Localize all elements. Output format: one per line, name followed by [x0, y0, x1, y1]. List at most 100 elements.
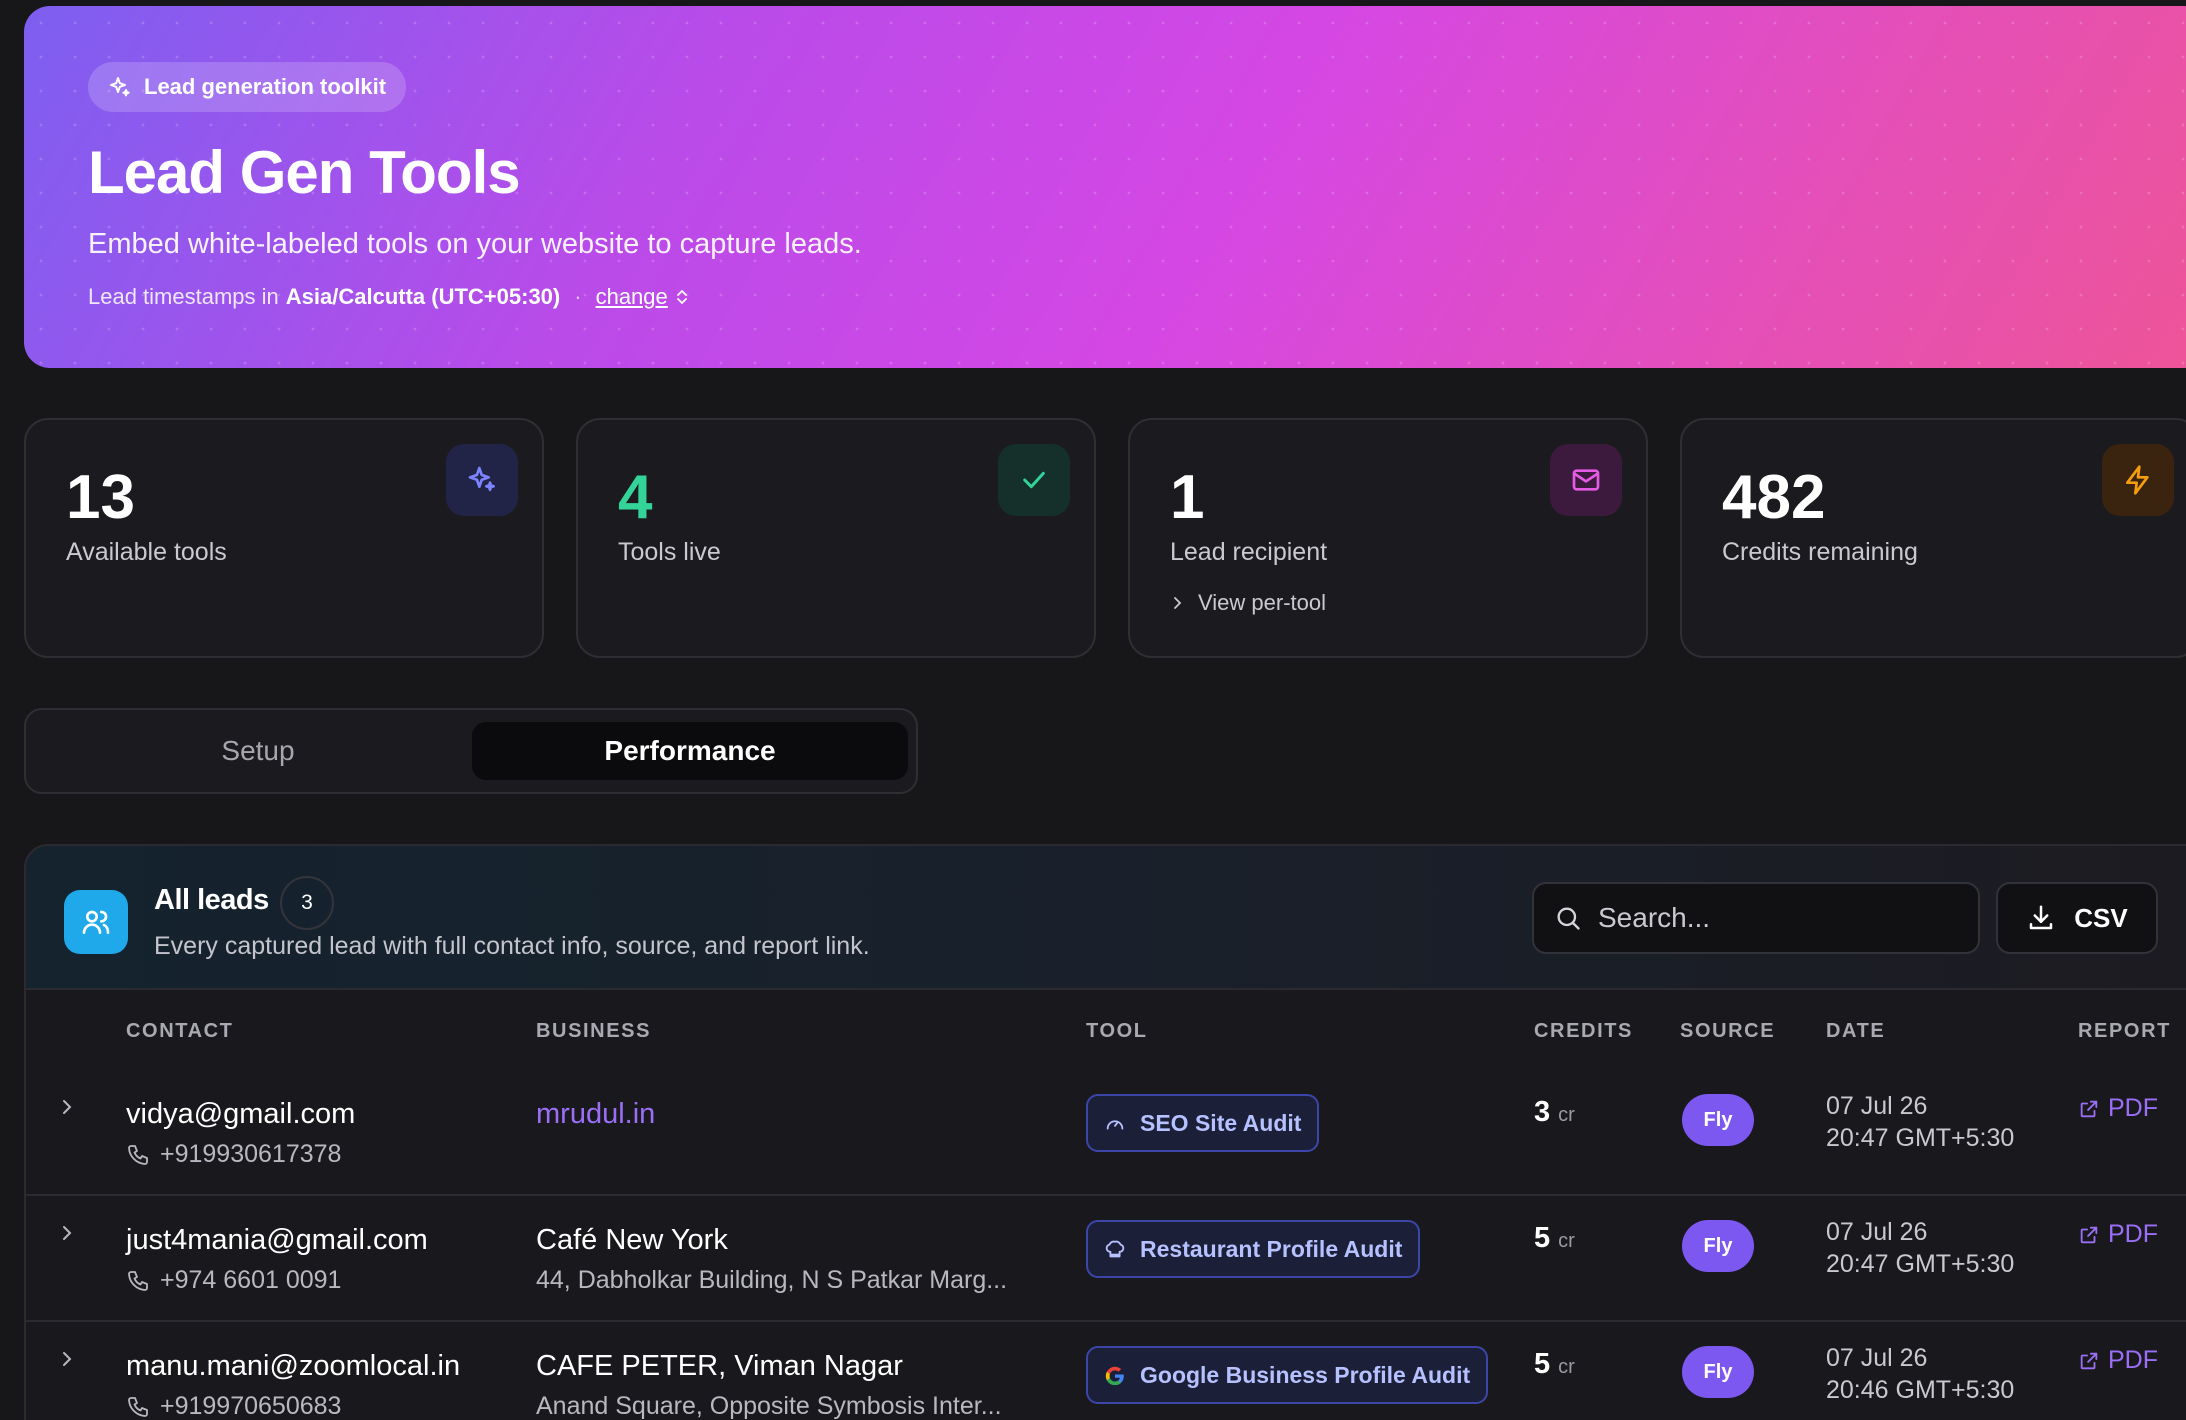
stat-label: Tools live [618, 538, 721, 566]
credits-unit: cr [1558, 1356, 1575, 1378]
expand-chevron-icon[interactable] [56, 1348, 78, 1370]
business-address: Anand Square, Opposite Symbosis Inter... [536, 1392, 1002, 1420]
pdf-label: PDF [2108, 1220, 2158, 1248]
credits-unit: cr [1558, 1230, 1575, 1252]
phone-icon [128, 1270, 148, 1291]
stat-badge [2102, 444, 2174, 516]
column-header-date[interactable]: DATE [1826, 1020, 1885, 1043]
business-address: 44, Dabholkar Building, N S Patkar Marg.… [536, 1266, 1008, 1294]
view-per-tool-label: View per-tool [1198, 590, 1326, 615]
leads-title: All leads [154, 884, 269, 916]
contact-email: vidya@gmail.com [126, 1098, 356, 1130]
external-link-icon [2080, 1226, 2098, 1243]
leads-badge [64, 890, 128, 954]
search-input[interactable] [1598, 902, 1958, 934]
stat-card-lead-recipient: 1 Lead recipient View per-tool [1128, 418, 1648, 658]
users-icon [82, 910, 110, 934]
date-line: 07 Jul 26 [1826, 1218, 1928, 1246]
stat-label: Credits remaining [1722, 538, 1918, 566]
stat-value: 1 [1170, 463, 1205, 532]
stat-card-tools-live: 4 Tools live [576, 418, 1096, 658]
phone-icon [128, 1144, 148, 1165]
search-icon [1557, 907, 1580, 930]
stat-value: 13 [66, 463, 135, 532]
stat-badge [446, 444, 518, 516]
expand-chevron-icon[interactable] [56, 1222, 78, 1244]
tool-name: SEO Site Audit [1140, 1109, 1302, 1136]
tool-name: Restaurant Profile Audit [1140, 1235, 1403, 1262]
view-tabs: Setup Performance [24, 708, 918, 794]
pdf-report-link[interactable]: PDF [2078, 1220, 2158, 1249]
stat-badge [998, 444, 1070, 516]
column-header-contact[interactable]: CONTACT [126, 1020, 233, 1043]
contact-phone-value: +919930617378 [160, 1140, 342, 1168]
chef-hat-icon [1105, 1240, 1125, 1258]
credits-value: 3 cr [1534, 1096, 1575, 1129]
pdf-report-link[interactable]: PDF [2078, 1346, 2158, 1375]
timezone-line: Lead timestamps in Asia/Calcutta (UTC+05… [88, 284, 690, 310]
google-icon [1105, 1366, 1124, 1386]
lead-date: 07 Jul 26 20:47 GMT+5:30 [1826, 1216, 2014, 1280]
table-row[interactable]: vidya@gmail.com +919930617378 mrudul.in … [26, 1070, 2186, 1196]
export-csv-button[interactable]: CSV [1996, 882, 2158, 954]
contact-email: manu.mani@zoomlocal.in [126, 1350, 461, 1382]
view-per-tool-link[interactable]: View per-tool [1170, 590, 1326, 616]
pdf-label: PDF [2108, 1094, 2158, 1122]
sparkles-icon [468, 466, 495, 492]
check-icon [1023, 471, 1045, 489]
stat-card-credits: 482 Credits remaining [1680, 418, 2186, 658]
leads-description: Every captured lead with full contact in… [154, 932, 870, 960]
leads-header: All leads 3 Every captured lead with ful… [26, 846, 2186, 990]
column-header-tool[interactable]: TOOL [1086, 1020, 1148, 1043]
tool-badge: Restaurant Profile Audit [1086, 1220, 1421, 1278]
contact-phone: +919930617378 [126, 1140, 341, 1169]
bolt-icon [2126, 465, 2149, 495]
contact-phone-value: +919970650683 [160, 1392, 342, 1420]
contact-phone: +919970650683 [126, 1392, 341, 1420]
source-badge: Fly [1682, 1346, 1754, 1398]
external-link-icon [2080, 1100, 2098, 1117]
lead-date: 07 Jul 26 20:47 GMT+5:30 [1826, 1090, 2014, 1154]
stat-label: Lead recipient [1170, 538, 1328, 566]
page-subtitle: Embed white-labeled tools on your websit… [88, 228, 862, 260]
date-line: 07 Jul 26 [1826, 1092, 1928, 1120]
timezone-value: Asia/Calcutta (UTC+05:30) [285, 284, 561, 309]
contact-email: just4mania@gmail.com [126, 1224, 428, 1256]
lead-date: 07 Jul 26 20:46 GMT+5:30 [1826, 1342, 2014, 1406]
stat-value: 4 [618, 463, 653, 532]
chevron-right-icon [1174, 597, 1182, 609]
search-box [1532, 882, 1980, 954]
time-line: 20:47 GMT+5:30 [1826, 1250, 2015, 1278]
stat-badge [1550, 444, 1622, 516]
gauge-icon [1106, 1120, 1124, 1130]
external-link-icon [2080, 1352, 2098, 1369]
business-name: CAFE PETER, Viman Nagar [536, 1350, 903, 1382]
column-header-report[interactable]: REPORT [2078, 1020, 2171, 1043]
tab-performance[interactable]: Performance [472, 722, 908, 780]
tab-setup[interactable]: Setup [38, 722, 478, 780]
pdf-label: PDF [2108, 1346, 2158, 1374]
table-row[interactable]: just4mania@gmail.com +974 6601 0091 Café… [26, 1196, 2186, 1322]
mail-icon [1572, 469, 1600, 491]
stat-label: Available tools [66, 538, 227, 566]
change-timezone-link[interactable]: change [596, 284, 668, 310]
time-line: 20:47 GMT+5:30 [1826, 1124, 2015, 1152]
leads-count-badge: 3 [280, 876, 334, 930]
table-row[interactable]: manu.mani@zoomlocal.in +919970650683 CAF… [26, 1322, 2186, 1420]
chevron-up-down-icon[interactable] [674, 288, 690, 306]
phone-icon [128, 1396, 148, 1417]
business-name: Café New York [536, 1224, 728, 1256]
stat-card-available-tools: 13 Available tools [24, 418, 544, 658]
pdf-report-link[interactable]: PDF [2078, 1094, 2158, 1123]
column-header-source[interactable]: SOURCE [1680, 1020, 1775, 1043]
expand-chevron-icon[interactable] [56, 1096, 78, 1118]
tool-badge: Google Business Profile Audit [1086, 1346, 1489, 1404]
business-link[interactable]: mrudul.in [536, 1098, 655, 1131]
toolkit-chip: Lead generation toolkit [88, 62, 407, 112]
column-header-business[interactable]: BUSINESS [536, 1020, 651, 1043]
leads-panel: All leads 3 Every captured lead with ful… [24, 844, 2186, 1420]
date-line: 07 Jul 26 [1826, 1344, 1928, 1372]
column-header-credits[interactable]: CREDITS [1534, 1020, 1633, 1043]
credits-unit: cr [1558, 1104, 1575, 1126]
tool-badge: SEO Site Audit [1086, 1094, 1320, 1152]
